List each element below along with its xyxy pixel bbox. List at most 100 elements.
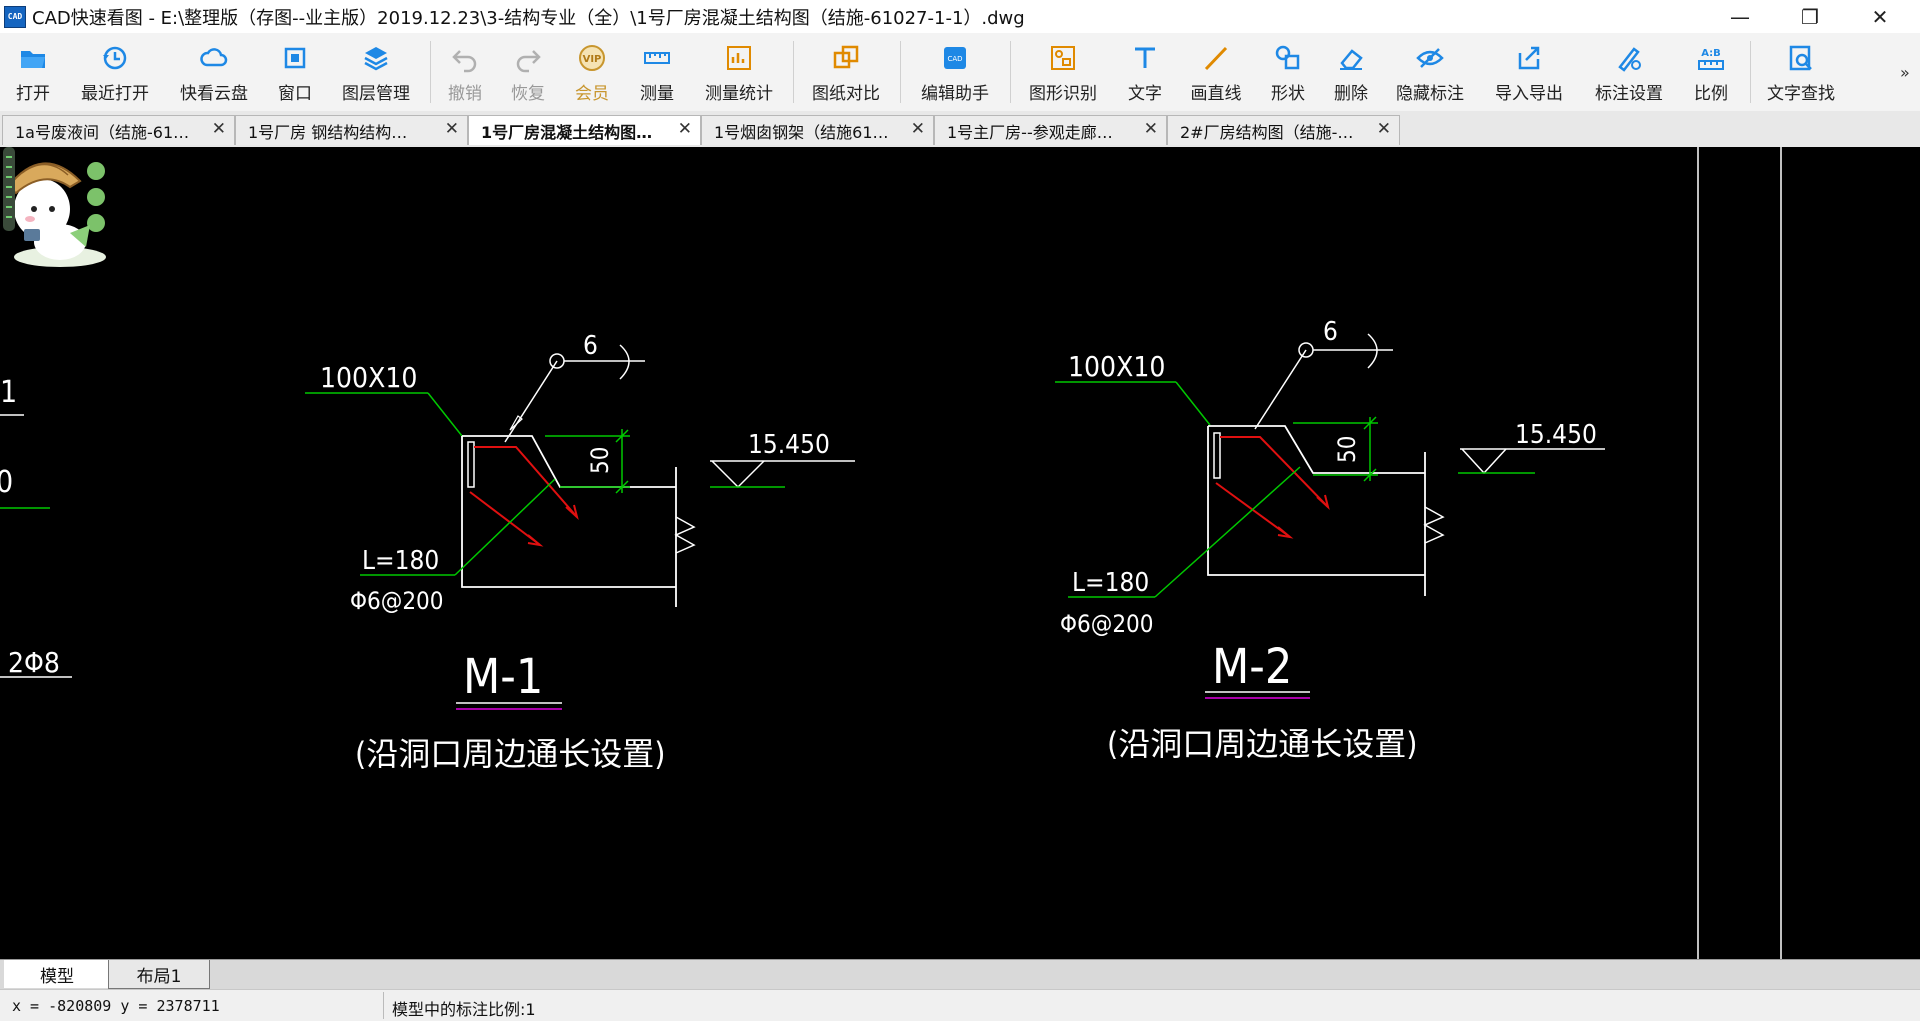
left-fragment-text: 1 xyxy=(0,375,17,410)
side-scroll-indicator[interactable] xyxy=(0,147,15,231)
window-label: 窗口 xyxy=(278,84,312,104)
layer-manager-button[interactable]: 图层管理 xyxy=(335,39,417,105)
compare-icon xyxy=(833,45,859,69)
compare-button[interactable]: 图纸对比 xyxy=(805,39,887,105)
redo-button[interactable]: 恢复 xyxy=(503,39,553,105)
document-tab-label: 1号厂房混凝土结构图… xyxy=(481,122,653,142)
document-tab[interactable]: 1号厂房 钢结构结构… ✕ xyxy=(235,115,468,145)
tab-close-icon[interactable]: ✕ xyxy=(911,119,925,139)
edit-assistant-button[interactable]: CAD 编辑助手 xyxy=(912,39,998,105)
cursor-coordinates: x = -820809 y = 2378711 xyxy=(12,997,220,1015)
window-button[interactable]: 窗口 xyxy=(270,39,320,105)
vip-badge-text: VIP xyxy=(583,54,602,65)
annotation-settings-button[interactable]: 标注设置 xyxy=(1588,39,1670,105)
edit-assistant-badge-text: CAD xyxy=(947,55,962,63)
measure-stats-icon xyxy=(727,46,751,70)
measure-stats-label: 测量统计 xyxy=(705,84,773,104)
text-button[interactable]: 文字 xyxy=(1120,39,1170,105)
import-export-label: 导入导出 xyxy=(1495,84,1563,104)
shape-icon xyxy=(1275,45,1300,70)
undo-icon xyxy=(452,50,477,73)
window-title: CAD快速看图 - E:\整理版（存图--业主版）2019.12.23\3-结构… xyxy=(32,7,1025,29)
cloud-drive-button[interactable]: 快看云盘 xyxy=(173,39,255,105)
tab-model-label: 模型 xyxy=(40,966,74,987)
minimize-button[interactable]: — xyxy=(1705,0,1775,33)
maximize-button[interactable]: ❐ xyxy=(1775,0,1845,33)
annotation-settings-icon xyxy=(1618,47,1641,72)
tab-layout1[interactable]: 布局1 xyxy=(108,960,210,989)
tab-close-icon[interactable]: ✕ xyxy=(1144,119,1158,139)
vip-button[interactable]: VIP 会员 xyxy=(567,39,617,105)
left-fragment-text: 2Φ8 xyxy=(8,646,60,679)
scale-label: 比例 xyxy=(1694,84,1728,104)
measure-stats-button[interactable]: 测量统计 xyxy=(698,39,780,105)
open-button[interactable]: 打开 xyxy=(8,39,58,105)
annotation-scale-text: 模型中的标注比例:1 xyxy=(392,1000,536,1019)
toolbar: 打开 最近打开 快看云盘 窗口 图层管理 撤销 恢复 VIP 会员 测量 测量统… xyxy=(0,33,1920,112)
document-tab-bar: 1a号废液间（结施-61… ✕ 1号厂房 钢结构结构… ✕ 1号厂房混凝土结构图… xyxy=(0,111,1920,148)
scale-button[interactable]: A:B 比例 xyxy=(1686,39,1736,105)
text-label: 文字 xyxy=(1128,84,1162,104)
draw-line-button[interactable]: 画直线 xyxy=(1183,39,1249,105)
document-tab[interactable]: 1号烟囱钢架（结施61… ✕ xyxy=(701,115,934,145)
recent-open-label: 最近打开 xyxy=(81,84,149,104)
close-window-button[interactable]: ✕ xyxy=(1845,0,1915,33)
dimension-text: 50 xyxy=(1333,436,1361,463)
edit-assistant-icon: CAD xyxy=(944,47,966,69)
anchor-length-text: L=180 xyxy=(1072,568,1149,598)
toolbar-overflow-button[interactable]: » xyxy=(1900,63,1910,82)
shape-recognize-button[interactable]: 图形识别 xyxy=(1022,39,1104,105)
scale-badge-text: A:B xyxy=(1701,48,1721,59)
elevation-text: 15.450 xyxy=(748,430,830,460)
document-tab[interactable]: 2#厂房结构图（结施-… ✕ xyxy=(1167,115,1400,145)
eraser-icon xyxy=(1340,49,1363,70)
tab-close-icon[interactable]: ✕ xyxy=(445,119,459,139)
recent-open-button[interactable]: 最近打开 xyxy=(74,39,156,105)
text-t-icon xyxy=(1135,47,1155,68)
delete-button[interactable]: 删除 xyxy=(1326,39,1376,105)
tab-close-icon[interactable]: ✕ xyxy=(212,119,226,139)
status-divider xyxy=(383,992,384,1019)
measure-button[interactable]: 测量 xyxy=(632,39,682,105)
status-bar: x = -820809 y = 2378711 模型中的标注比例:1 xyxy=(0,989,1920,1021)
shape-label: 形状 xyxy=(1271,84,1305,104)
text-search-icon xyxy=(1789,45,1812,71)
tab-close-icon[interactable]: ✕ xyxy=(678,119,692,139)
undo-label: 撤销 xyxy=(448,84,482,104)
detail-note: (沿洞口周边通长设置) xyxy=(1107,725,1417,763)
plate-size-text: 100X10 xyxy=(1068,350,1165,383)
undo-button[interactable]: 撤销 xyxy=(440,39,490,105)
text-search-button[interactable]: 文字查找 xyxy=(1760,39,1842,105)
folder-open-icon xyxy=(21,51,45,68)
mascot-assistant-icon[interactable] xyxy=(0,147,112,277)
drawing-canvas[interactable]: 1 0 2Φ8 100X10 6 50 15.450 L=180 Φ6@200 … xyxy=(0,147,1920,959)
import-export-icon xyxy=(1518,46,1540,70)
layer-manager-label: 图层管理 xyxy=(342,84,410,104)
tab-model[interactable]: 模型 xyxy=(4,960,110,988)
toolbar-separator xyxy=(1750,41,1751,103)
document-tab-active[interactable]: 1号厂房混凝土结构图… ✕ xyxy=(468,115,701,145)
compare-label: 图纸对比 xyxy=(812,84,880,104)
text-search-label: 文字查找 xyxy=(1767,84,1835,104)
line-icon xyxy=(1204,46,1228,71)
document-tab[interactable]: 1a号废液间（结施-61… ✕ xyxy=(2,115,235,145)
import-export-button[interactable]: 导入导出 xyxy=(1488,39,1570,105)
shape-button[interactable]: 形状 xyxy=(1263,39,1313,105)
cloud-drive-label: 快看云盘 xyxy=(180,84,248,104)
hide-annotation-button[interactable]: 隐藏标注 xyxy=(1389,39,1471,105)
tab-close-icon[interactable]: ✕ xyxy=(1377,119,1391,139)
annotation-settings-label: 标注设置 xyxy=(1595,84,1663,104)
document-tab[interactable]: 1号主厂房--参观走廊… ✕ xyxy=(934,115,1167,145)
measure-label: 测量 xyxy=(640,84,674,104)
scale-ab-icon: A:B xyxy=(1698,48,1724,70)
detail-note: (沿洞口周边通长设置) xyxy=(355,735,665,773)
toolbar-separator xyxy=(430,41,431,103)
document-tab-label: 1号烟囱钢架（结施61… xyxy=(714,122,889,142)
edit-assistant-label: 编辑助手 xyxy=(921,84,989,104)
detail-m2: 100X10 6 50 15.450 L=180 Φ6@200 M-2 (沿洞口… xyxy=(1055,317,1605,763)
open-label: 打开 xyxy=(16,84,50,104)
eye-hide-icon xyxy=(1416,48,1444,68)
document-tab-label: 1a号废液间（结施-61… xyxy=(15,122,190,142)
redo-icon xyxy=(516,50,541,73)
detail-m1: 100X10 6 50 15.450 L=180 Φ6@200 M-1 (沿洞口… xyxy=(305,331,855,773)
